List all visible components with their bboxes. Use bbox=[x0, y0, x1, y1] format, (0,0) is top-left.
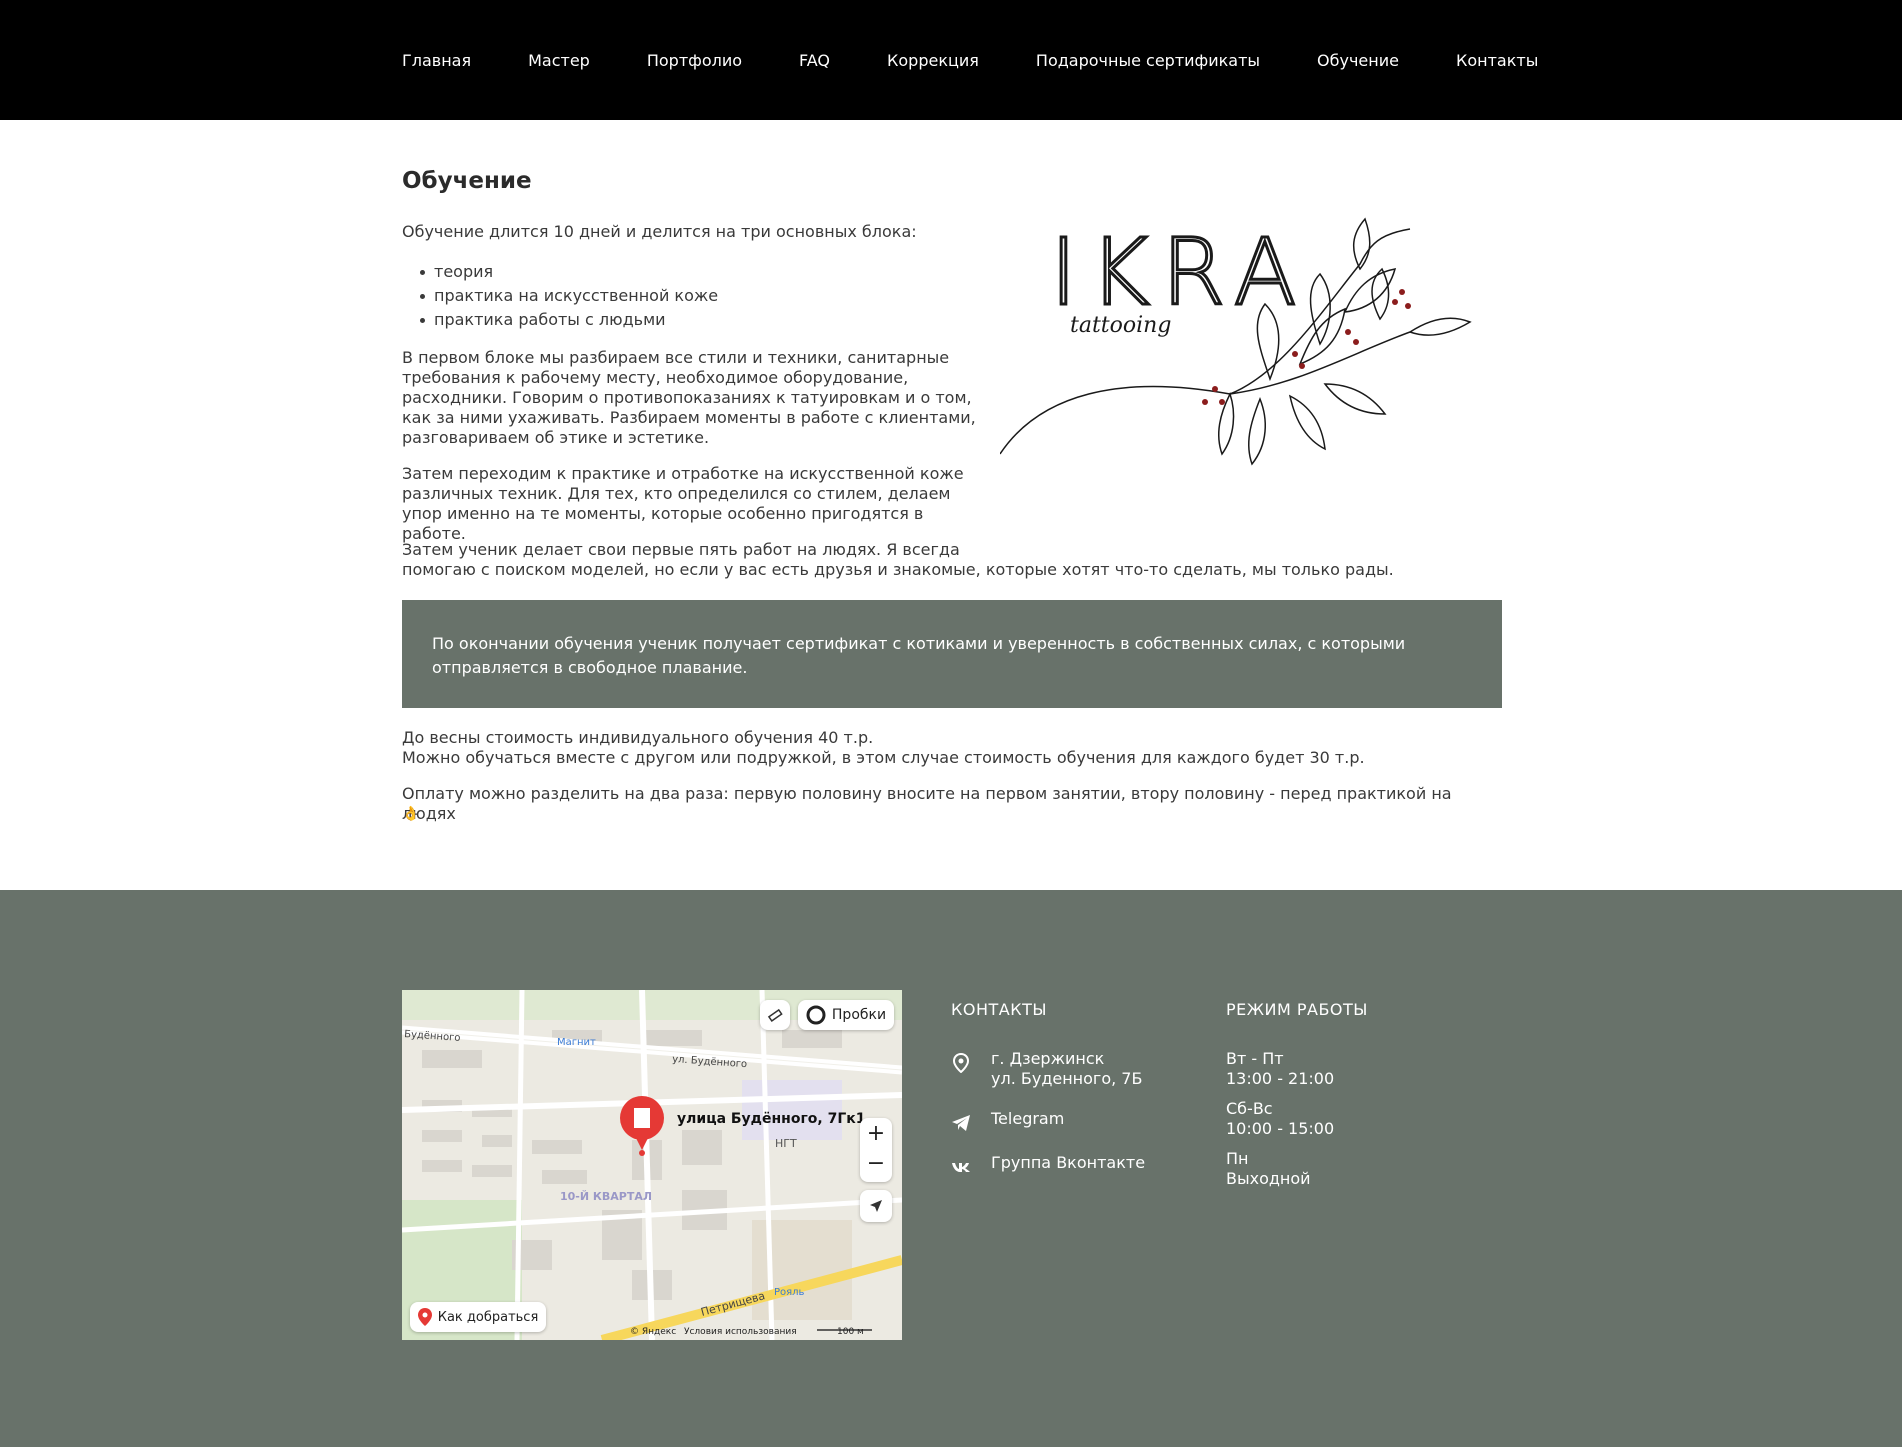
hours-time: 13:00 - 21:00 bbox=[1226, 1069, 1335, 1088]
price-pair: Можно обучаться вместе с другом или подр… bbox=[402, 748, 1365, 767]
hours-days: Пн bbox=[1226, 1149, 1249, 1168]
payment-info: Оплату можно разделить на два раза: перв… bbox=[402, 784, 1452, 823]
intro-text: Обучение длится 10 дней и делится на три… bbox=[402, 222, 917, 241]
telegram-link[interactable]: Telegram bbox=[991, 1109, 1064, 1129]
page-title: Обучение bbox=[402, 168, 532, 194]
telegram-icon bbox=[952, 1115, 970, 1131]
callout-text: По окончании обучения ученик получает се… bbox=[432, 634, 1406, 677]
list-item: практика на искусственной коже bbox=[419, 284, 718, 308]
paragraph-theory: В первом блоке мы разбираем все стили и … bbox=[402, 348, 976, 447]
map-district-label: 10-Й КВАРТАЛ bbox=[560, 1190, 652, 1203]
vk-link[interactable]: Группа Вконтакте bbox=[991, 1153, 1145, 1173]
map-place-label: улица Будённого, 7Гк1 bbox=[677, 1111, 865, 1127]
location-pin-icon bbox=[952, 1053, 970, 1073]
contacts-heading: КОНТАКТЫ bbox=[951, 1000, 1047, 1019]
price-individual: До весны стоимость индивидуального обуче… bbox=[402, 728, 874, 747]
ok-hand-icon: 👌 bbox=[402, 806, 420, 822]
nav-item-faq[interactable]: FAQ bbox=[799, 50, 830, 72]
nav-menu: Главная Мастер Портфолио FAQ Коррекция П… bbox=[402, 50, 1538, 72]
zoom-controls: + − bbox=[860, 1118, 892, 1182]
traffic-icon bbox=[806, 1005, 826, 1025]
nav-item-contacts[interactable]: Контакты bbox=[1456, 50, 1538, 72]
list-item: практика работы с людьми bbox=[419, 308, 718, 332]
ikra-logo: IKRA tattooing bbox=[1000, 218, 1472, 466]
map-poi-label: Магнит bbox=[557, 1037, 596, 1048]
address-line1: г. Дзержинск bbox=[991, 1049, 1105, 1068]
hours-row: Сб-Вс 10:00 - 15:00 bbox=[1226, 1099, 1476, 1139]
nav-item-correction[interactable]: Коррекция bbox=[887, 50, 979, 72]
hours-row: Вт - Пт 13:00 - 21:00 bbox=[1226, 1049, 1476, 1089]
nav-item-portfolio[interactable]: Портфолио bbox=[647, 50, 742, 72]
route-button[interactable]: Как добраться bbox=[410, 1302, 546, 1332]
map-poi-label: НГТ bbox=[775, 1137, 797, 1150]
traffic-button[interactable]: Пробки bbox=[798, 1000, 894, 1030]
hours-row: Пн Выходной bbox=[1226, 1149, 1476, 1189]
paragraph-people-line2: помогаю с поиском моделей, но если у вас… bbox=[402, 560, 1394, 579]
hours-time: Выходной bbox=[1226, 1169, 1311, 1188]
paragraph-people-line1: Затем ученик делает свои первые пять раб… bbox=[402, 540, 960, 559]
hours-days: Вт - Пт bbox=[1226, 1049, 1284, 1068]
hours-heading: РЕЖИМ РАБОТЫ bbox=[1226, 1000, 1368, 1019]
footer: Будённого ул. Будённого Магнит 10-Й КВАР… bbox=[0, 890, 1902, 1447]
map-canvas[interactable]: Будённого ул. Будённого Магнит 10-Й КВАР… bbox=[402, 990, 902, 1340]
yandex-map[interactable]: Будённого ул. Будённого Магнит 10-Й КВАР… bbox=[402, 990, 902, 1340]
vk-row[interactable]: Группа Вконтакте bbox=[951, 1153, 1211, 1177]
top-navigation: Главная Мастер Портфолио FAQ Коррекция П… bbox=[0, 0, 1902, 120]
ruler-icon[interactable] bbox=[760, 1000, 790, 1030]
route-label: Как добраться bbox=[437, 1309, 539, 1325]
vk-icon bbox=[952, 1163, 970, 1172]
zoom-in-button[interactable]: + bbox=[867, 1118, 885, 1150]
traffic-label: Пробки bbox=[831, 1007, 887, 1023]
address-row: г. Дзержинск ул. Буденного, 7Б bbox=[951, 1049, 1211, 1089]
nav-item-home[interactable]: Главная bbox=[402, 50, 471, 72]
list-item: теория bbox=[419, 260, 718, 284]
address-line2: ул. Буденного, 7Б bbox=[991, 1069, 1143, 1088]
telegram-row[interactable]: Telegram bbox=[951, 1109, 1211, 1133]
nav-item-gift-certificates[interactable]: Подарочные сертификаты bbox=[1036, 50, 1260, 72]
nav-item-master[interactable]: Мастер bbox=[528, 50, 590, 72]
nav-item-training[interactable]: Обучение bbox=[1317, 50, 1399, 72]
map-scale: 100 м bbox=[837, 1327, 864, 1337]
hours-days: Сб-Вс bbox=[1226, 1099, 1273, 1118]
map-copyright: © Яндекс bbox=[630, 1327, 676, 1337]
geolocation-icon[interactable] bbox=[860, 1190, 892, 1222]
working-hours-section: РЕЖИМ РАБОТЫ Вт - Пт 13:00 - 21:00 Сб-Вс… bbox=[1226, 1000, 1476, 1199]
training-blocks-list: теория практика на искусственной коже пр… bbox=[419, 260, 718, 332]
contacts-section: КОНТАКТЫ г. Дзержинск ул. Буденного, 7Б … bbox=[951, 1000, 1211, 1197]
map-poi-label: Рояль bbox=[774, 1287, 805, 1298]
zoom-out-button[interactable]: − bbox=[867, 1150, 885, 1182]
route-pin-icon bbox=[417, 1308, 432, 1326]
certificate-callout: По окончании обучения ученик получает се… bbox=[402, 600, 1502, 708]
hours-time: 10:00 - 15:00 bbox=[1226, 1119, 1335, 1138]
map-terms-link[interactable]: Условия использования bbox=[684, 1327, 797, 1337]
logo-subtitle: tattooing bbox=[1070, 313, 1171, 338]
paragraph-practice: Затем переходим к практике и отработке н… bbox=[402, 464, 964, 543]
